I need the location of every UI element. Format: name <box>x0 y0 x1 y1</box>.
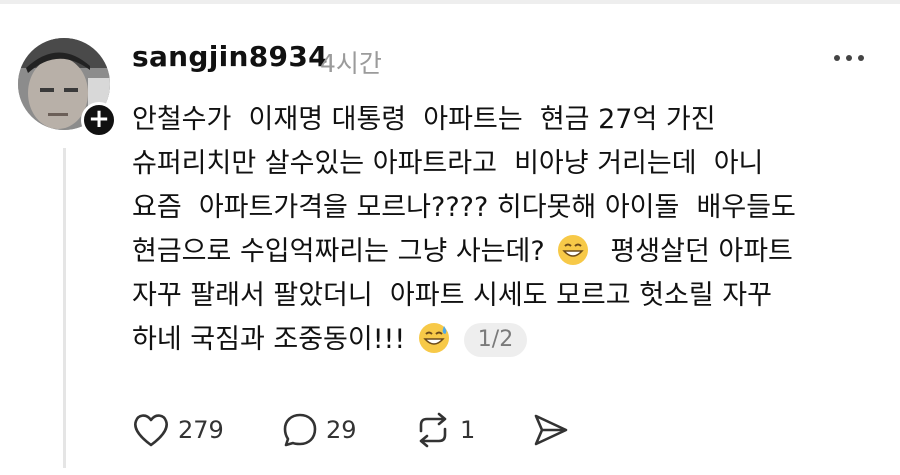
timestamp: 4시간 <box>320 49 382 78</box>
like-count: 279 <box>178 416 224 444</box>
post-line-part: 하네 국짐과 조중동이!!! <box>132 324 414 355</box>
post-line: 현금으로 수입억짜리는 그냥 사는데? 평생살던 아파트 <box>132 230 872 274</box>
post-line: 슈퍼리치만 살수있는 아파트라고 비아냥 거리는데 아니 <box>132 148 764 179</box>
top-divider <box>0 0 900 4</box>
sweat-smile-emoji-icon <box>418 323 449 353</box>
like-button[interactable]: 279 <box>132 408 224 452</box>
comment-button[interactable]: 29 <box>282 408 357 452</box>
comment-count: 29 <box>326 416 357 444</box>
repost-button[interactable]: 1 <box>414 408 475 452</box>
post-line-part: 현금으로 수입억짜리는 그냥 사는데? <box>132 236 554 267</box>
follow-plus-icon[interactable]: + <box>81 102 117 138</box>
post-line: 안철수가 이재명 대통령 아파트는 현금 27억 가진 <box>132 104 716 135</box>
post-text: 안철수가 이재명 대통령 아파트는 현금 27억 가진 슈퍼리치만 살수있는 아… <box>132 98 872 362</box>
grinning-emoji-icon <box>558 235 589 265</box>
speech-bubble-icon <box>283 413 317 447</box>
share-button[interactable] <box>532 408 570 452</box>
post-line: 하네 국짐과 조중동이!!! 1/2 <box>132 318 872 362</box>
send-icon <box>534 414 568 446</box>
post-line-part: 평생살던 아파트 <box>593 236 793 267</box>
heart-icon <box>134 414 168 447</box>
pagination-pill[interactable]: 1/2 <box>463 323 528 357</box>
post-line: 자꾸 팔래서 팔았더니 아파트 시세도 모르고 헛소릴 자꾸 <box>132 280 772 311</box>
more-dots-icon[interactable] <box>832 50 866 66</box>
repost-icon <box>419 412 447 448</box>
post-line: 요즘 아파트가격을 모르나???? 히다못해 아이돌 배우들도 <box>132 192 796 223</box>
repost-count: 1 <box>460 416 476 444</box>
thread-line <box>63 148 66 468</box>
username[interactable]: sangjin8934 <box>132 40 328 73</box>
